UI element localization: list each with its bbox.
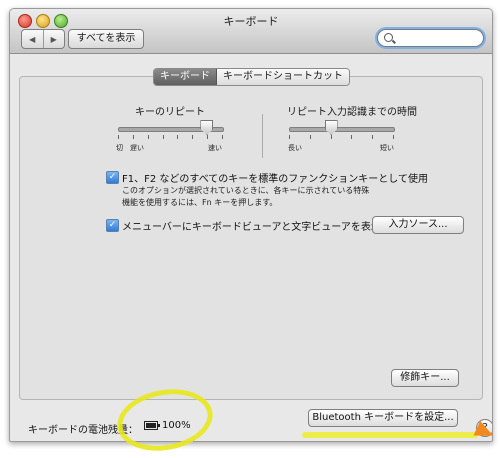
slider-tick	[132, 135, 134, 139]
delay-repeat-short-label: 短い	[380, 144, 394, 152]
slider-tick	[147, 135, 149, 139]
slider-tick	[222, 135, 223, 139]
tab-bar: キーボード キーボードショートカット	[153, 68, 350, 86]
menu-bar-viewer-label: メニューバーにキーボードビューアと文字ビューアを表示	[122, 222, 381, 233]
show-all-button[interactable]: すべてを表示	[68, 29, 144, 49]
key-repeat-slow-label: 遅い	[130, 144, 144, 152]
back-button[interactable]: ◀	[22, 30, 44, 48]
fn-keys-checkbox[interactable]: ✓	[106, 171, 119, 184]
delay-repeat-title: リピート入力認識までの時間	[287, 107, 417, 118]
slider-tick	[162, 135, 164, 139]
tab-keyboard-shortcuts[interactable]: キーボードショートカット	[217, 69, 349, 85]
tab-keyboard[interactable]: キーボード	[154, 69, 217, 85]
key-repeat-fast-label: 速い	[208, 144, 222, 152]
slider-tick	[177, 135, 179, 139]
modifier-keys-button[interactable]: 修飾キー...	[391, 369, 459, 387]
delay-repeat-long-label: 長い	[288, 144, 302, 152]
slider-tick	[289, 135, 290, 139]
search-icon	[384, 33, 393, 42]
delay-repeat-group: リピート入力認識までの時間	[272, 103, 432, 118]
back-forward-control: ◀ ▶	[21, 29, 65, 49]
slider-tick	[330, 135, 332, 139]
slider-tick	[192, 135, 194, 139]
fn-keys-note-line-2: 機能を使用するには、Fn キーを押します。	[122, 198, 278, 207]
slider-divider	[262, 114, 263, 158]
input-sources-button[interactable]: 入力ソース...	[372, 216, 464, 234]
window-title: キーボード	[223, 15, 279, 28]
slider-tick	[309, 135, 311, 139]
preferences-window: キーボード ◀ ▶ すべてを表示 キーボード キーボードショートカット キーのリ…	[9, 8, 493, 442]
slider-tick	[351, 135, 353, 139]
slider-tick	[393, 135, 394, 139]
bluetooth-setup-button[interactable]: Bluetooth キーボードを設定...	[308, 409, 458, 427]
key-repeat-off-label: 切	[116, 144, 123, 152]
keyboard-settings-panel	[19, 76, 483, 400]
highlight-underline	[302, 432, 478, 438]
forward-button[interactable]: ▶	[44, 30, 65, 48]
slider-tick	[118, 135, 119, 139]
menu-bar-viewer-checkbox[interactable]: ✓	[106, 219, 119, 232]
search-input[interactable]	[377, 29, 484, 47]
key-repeat-title: キーのリピート	[135, 107, 205, 118]
fn-keys-label: F1、F2 などのすべてのキーを標準のファンクションキーとして使用	[122, 174, 429, 185]
fn-keys-note-line-1: このオプションが選択されているときに、各キーに示されている特殊	[122, 186, 370, 195]
slider-tick	[372, 135, 374, 139]
title-bar: キーボード ◀ ▶ すべてを表示	[10, 9, 492, 54]
delay-repeat-slider-track[interactable]	[289, 127, 395, 132]
key-repeat-group: キーのリピート	[115, 103, 225, 118]
slider-tick	[207, 135, 209, 139]
